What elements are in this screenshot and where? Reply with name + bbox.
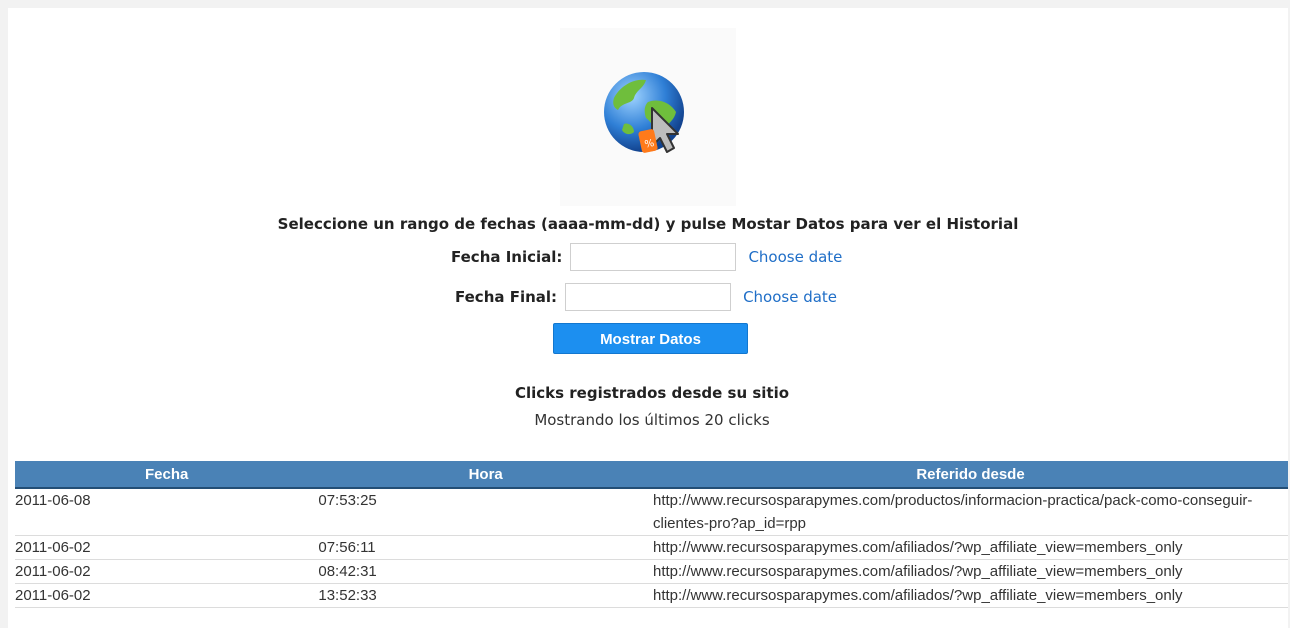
table-row: 2011-06-08 07:53:25 http://www.recursosp… — [15, 488, 1288, 536]
table-header-row: Fecha Hora Referido desde — [15, 461, 1288, 489]
cell-fecha: 2011-06-02 — [15, 583, 319, 608]
cell-referido: http://www.recursosparapymes.com/afiliad… — [653, 559, 1288, 584]
clicks-title: Clicks registrados desde su sitio — [514, 384, 790, 402]
cell-hora: 07:53:25 — [318, 488, 653, 536]
cell-fecha: 2011-06-08 — [15, 488, 319, 536]
globe-cursor-discount-tag-icon: % — [604, 72, 684, 153]
fecha-final-label: Fecha Final: — [455, 288, 558, 306]
fecha-inicial-input[interactable] — [570, 243, 737, 271]
cell-fecha: 2011-06-02 — [15, 535, 319, 560]
table-row: 2011-06-02 07:56:11 http://www.recursosp… — [15, 535, 1288, 560]
cell-hora: 13:52:33 — [318, 583, 653, 608]
page: % Seleccione un rango de fechas (aaaa-mm… — [8, 8, 1288, 628]
fecha-inicial-choose-date-link[interactable]: Choose date — [748, 248, 842, 266]
mostrar-datos-button[interactable]: Mostrar Datos — [553, 323, 748, 354]
instructions-text: Seleccione un rango de fechas (aaaa-mm-d… — [277, 215, 1019, 233]
fecha-final-input[interactable] — [565, 283, 732, 311]
cell-fecha: 2011-06-02 — [15, 559, 319, 584]
logo: % — [560, 28, 736, 206]
fecha-final-choose-date-link[interactable]: Choose date — [743, 288, 837, 306]
fecha-final-row: Fecha Final: Choose date — [455, 282, 837, 312]
cell-referido: http://www.recursosparapymes.com/product… — [653, 488, 1288, 536]
header-hora: Hora — [318, 461, 653, 489]
fecha-inicial-label: Fecha Inicial: — [451, 248, 563, 266]
history-table: Fecha Hora Referido desde 2011-06-08 07:… — [15, 461, 1288, 608]
fecha-inicial-row: Fecha Inicial: Choose date — [451, 242, 842, 272]
clicks-subtitle: Mostrando los últimos 20 clicks — [534, 411, 770, 429]
cell-hora: 07:56:11 — [318, 535, 653, 560]
cell-referido: http://www.recursosparapymes.com/afiliad… — [653, 535, 1288, 560]
table-row: 2011-06-02 13:52:33 http://www.recursosp… — [15, 583, 1288, 608]
table-row: 2011-06-02 08:42:31 http://www.recursosp… — [15, 559, 1288, 584]
header-referido: Referido desde — [653, 461, 1288, 489]
header-fecha: Fecha — [15, 461, 319, 489]
cell-referido: http://www.recursosparapymes.com/afiliad… — [653, 583, 1288, 608]
cell-hora: 08:42:31 — [318, 559, 653, 584]
